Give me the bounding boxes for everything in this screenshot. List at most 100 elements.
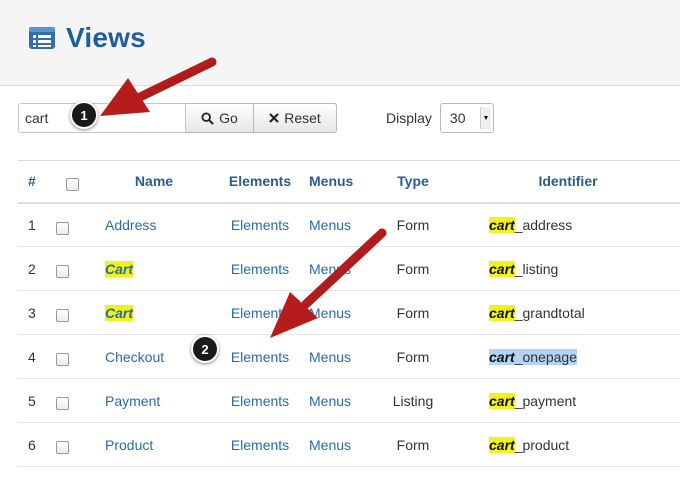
page-title: Views (66, 22, 146, 53)
row-checkbox[interactable] (56, 221, 69, 235)
search-highlight: cart (489, 436, 515, 453)
row-type: Listing (370, 378, 456, 423)
row-elements-link[interactable]: Elements (231, 217, 289, 233)
row-name-link[interactable]: Checkout (105, 349, 164, 365)
col-type-header[interactable]: Type (370, 160, 456, 204)
chevron-down-icon[interactable]: ▼ (479, 107, 491, 129)
row-num: 1 (18, 202, 56, 247)
row-select-cell (56, 202, 88, 247)
row-select-cell (56, 246, 88, 291)
row-name-cell: Payment (88, 378, 220, 423)
row-name-link[interactable]: Cart (105, 260, 134, 277)
row-name-cell: Cart (88, 246, 220, 291)
row-name-cell: Product (88, 422, 220, 467)
row-num: 6 (18, 422, 56, 467)
col-identifier-header[interactable]: Identifier (456, 160, 680, 204)
row-elements-cell: Elements (220, 422, 300, 467)
row-menus-link[interactable]: Menus (309, 437, 351, 453)
row-checkbox[interactable] (56, 309, 69, 323)
row-identifier: cart_address (456, 202, 680, 247)
close-icon (269, 113, 279, 123)
select-all-checkbox[interactable] (65, 178, 79, 192)
row-menus-link[interactable]: Menus (309, 305, 351, 321)
search-highlight: cart (489, 348, 515, 365)
identifier-suffix: _payment (514, 392, 577, 409)
identifier-suffix: _onepage (514, 348, 577, 365)
row-select-cell (56, 378, 88, 423)
row-select-cell (56, 334, 88, 379)
row-menus-cell: Menus (300, 290, 370, 335)
go-button[interactable]: Go (186, 103, 254, 133)
display-label: Display (386, 110, 432, 126)
row-select-cell (56, 290, 88, 335)
table-row: 3 Cart Elements Menus Form cart_grandtot… (18, 290, 680, 335)
row-elements-link[interactable]: Elements (231, 261, 289, 277)
row-type: Form (370, 246, 456, 291)
search-input[interactable] (18, 103, 186, 133)
reset-button[interactable]: Reset (254, 103, 337, 133)
row-select-cell (56, 422, 88, 467)
col-num-header: # (18, 160, 56, 204)
table-row: 1 Address Elements Menus Form cart_addre… (18, 202, 680, 247)
row-num: 2 (18, 246, 56, 291)
row-menus-link[interactable]: Menus (309, 261, 351, 277)
display-control: Display 30 ▼ (386, 102, 494, 134)
row-menus-link[interactable]: Menus (309, 393, 351, 409)
row-elements-cell: Elements (220, 334, 300, 379)
table-row: 5 Payment Elements Menus Listing cart_pa… (18, 378, 680, 423)
display-value: 30 (449, 110, 466, 126)
col-menus-header[interactable]: Menus (300, 160, 370, 204)
list-icon (29, 27, 55, 49)
reset-button-label: Reset (284, 110, 321, 126)
row-menus-cell: Menus (300, 422, 370, 467)
go-button-label: Go (219, 110, 238, 126)
search-highlight: cart (489, 260, 515, 277)
row-name-cell: Address (88, 202, 220, 247)
row-elements-cell: Elements (220, 290, 300, 335)
row-type: Form (370, 334, 456, 379)
row-num: 4 (18, 334, 56, 379)
row-checkbox[interactable] (56, 397, 69, 411)
row-elements-link[interactable]: Elements (231, 393, 289, 409)
table-header-row: # Name Elements Menus Type Identifier (18, 160, 680, 204)
row-identifier: cart_product (456, 422, 680, 467)
row-identifier: cart_payment (456, 378, 680, 423)
row-checkbox[interactable] (56, 353, 69, 367)
table-row: 2 Cart Elements Menus Form cart_listing (18, 246, 680, 291)
row-identifier: cart_listing (456, 246, 680, 291)
search-highlight: cart (489, 304, 515, 321)
views-table: # Name Elements Menus Type Identifier 1 … (18, 160, 680, 467)
search-toolbar: Go Reset (18, 102, 337, 134)
row-menus-link[interactable]: Menus (309, 349, 351, 365)
row-type: Form (370, 422, 456, 467)
col-select-header (56, 160, 88, 204)
step-marker-1: 1 (70, 101, 98, 129)
row-name-link[interactable]: Cart (105, 304, 134, 321)
row-elements-link[interactable]: Elements (231, 305, 289, 321)
search-icon (201, 111, 214, 125)
col-elements-header[interactable]: Elements (220, 160, 300, 204)
search-highlight: cart (489, 392, 515, 409)
row-checkbox[interactable] (56, 441, 69, 455)
row-checkbox[interactable] (56, 265, 69, 279)
selected-identifier: cart_onepage (489, 348, 577, 365)
row-identifier: cart_grandtotal (456, 290, 680, 335)
row-elements-cell: Elements (220, 246, 300, 291)
row-num: 5 (18, 378, 56, 423)
page-header: Views (0, 0, 680, 86)
row-elements-link[interactable]: Elements (231, 437, 289, 453)
row-menus-cell: Menus (300, 334, 370, 379)
col-name-header[interactable]: Name (88, 160, 220, 204)
row-name-link[interactable]: Payment (105, 393, 160, 409)
display-select[interactable]: 30 ▼ (439, 103, 494, 133)
row-name-link[interactable]: Address (105, 217, 156, 233)
identifier-suffix: _grandtotal (514, 304, 585, 321)
title-wrap: Views (28, 22, 146, 54)
row-type: Form (370, 290, 456, 335)
row-elements-link[interactable]: Elements (231, 349, 289, 365)
row-name-link[interactable]: Product (105, 437, 153, 453)
row-menus-link[interactable]: Menus (309, 217, 351, 233)
step-marker-2: 2 (191, 335, 219, 363)
row-menus-cell: Menus (300, 202, 370, 247)
row-name-cell: Cart (88, 290, 220, 335)
